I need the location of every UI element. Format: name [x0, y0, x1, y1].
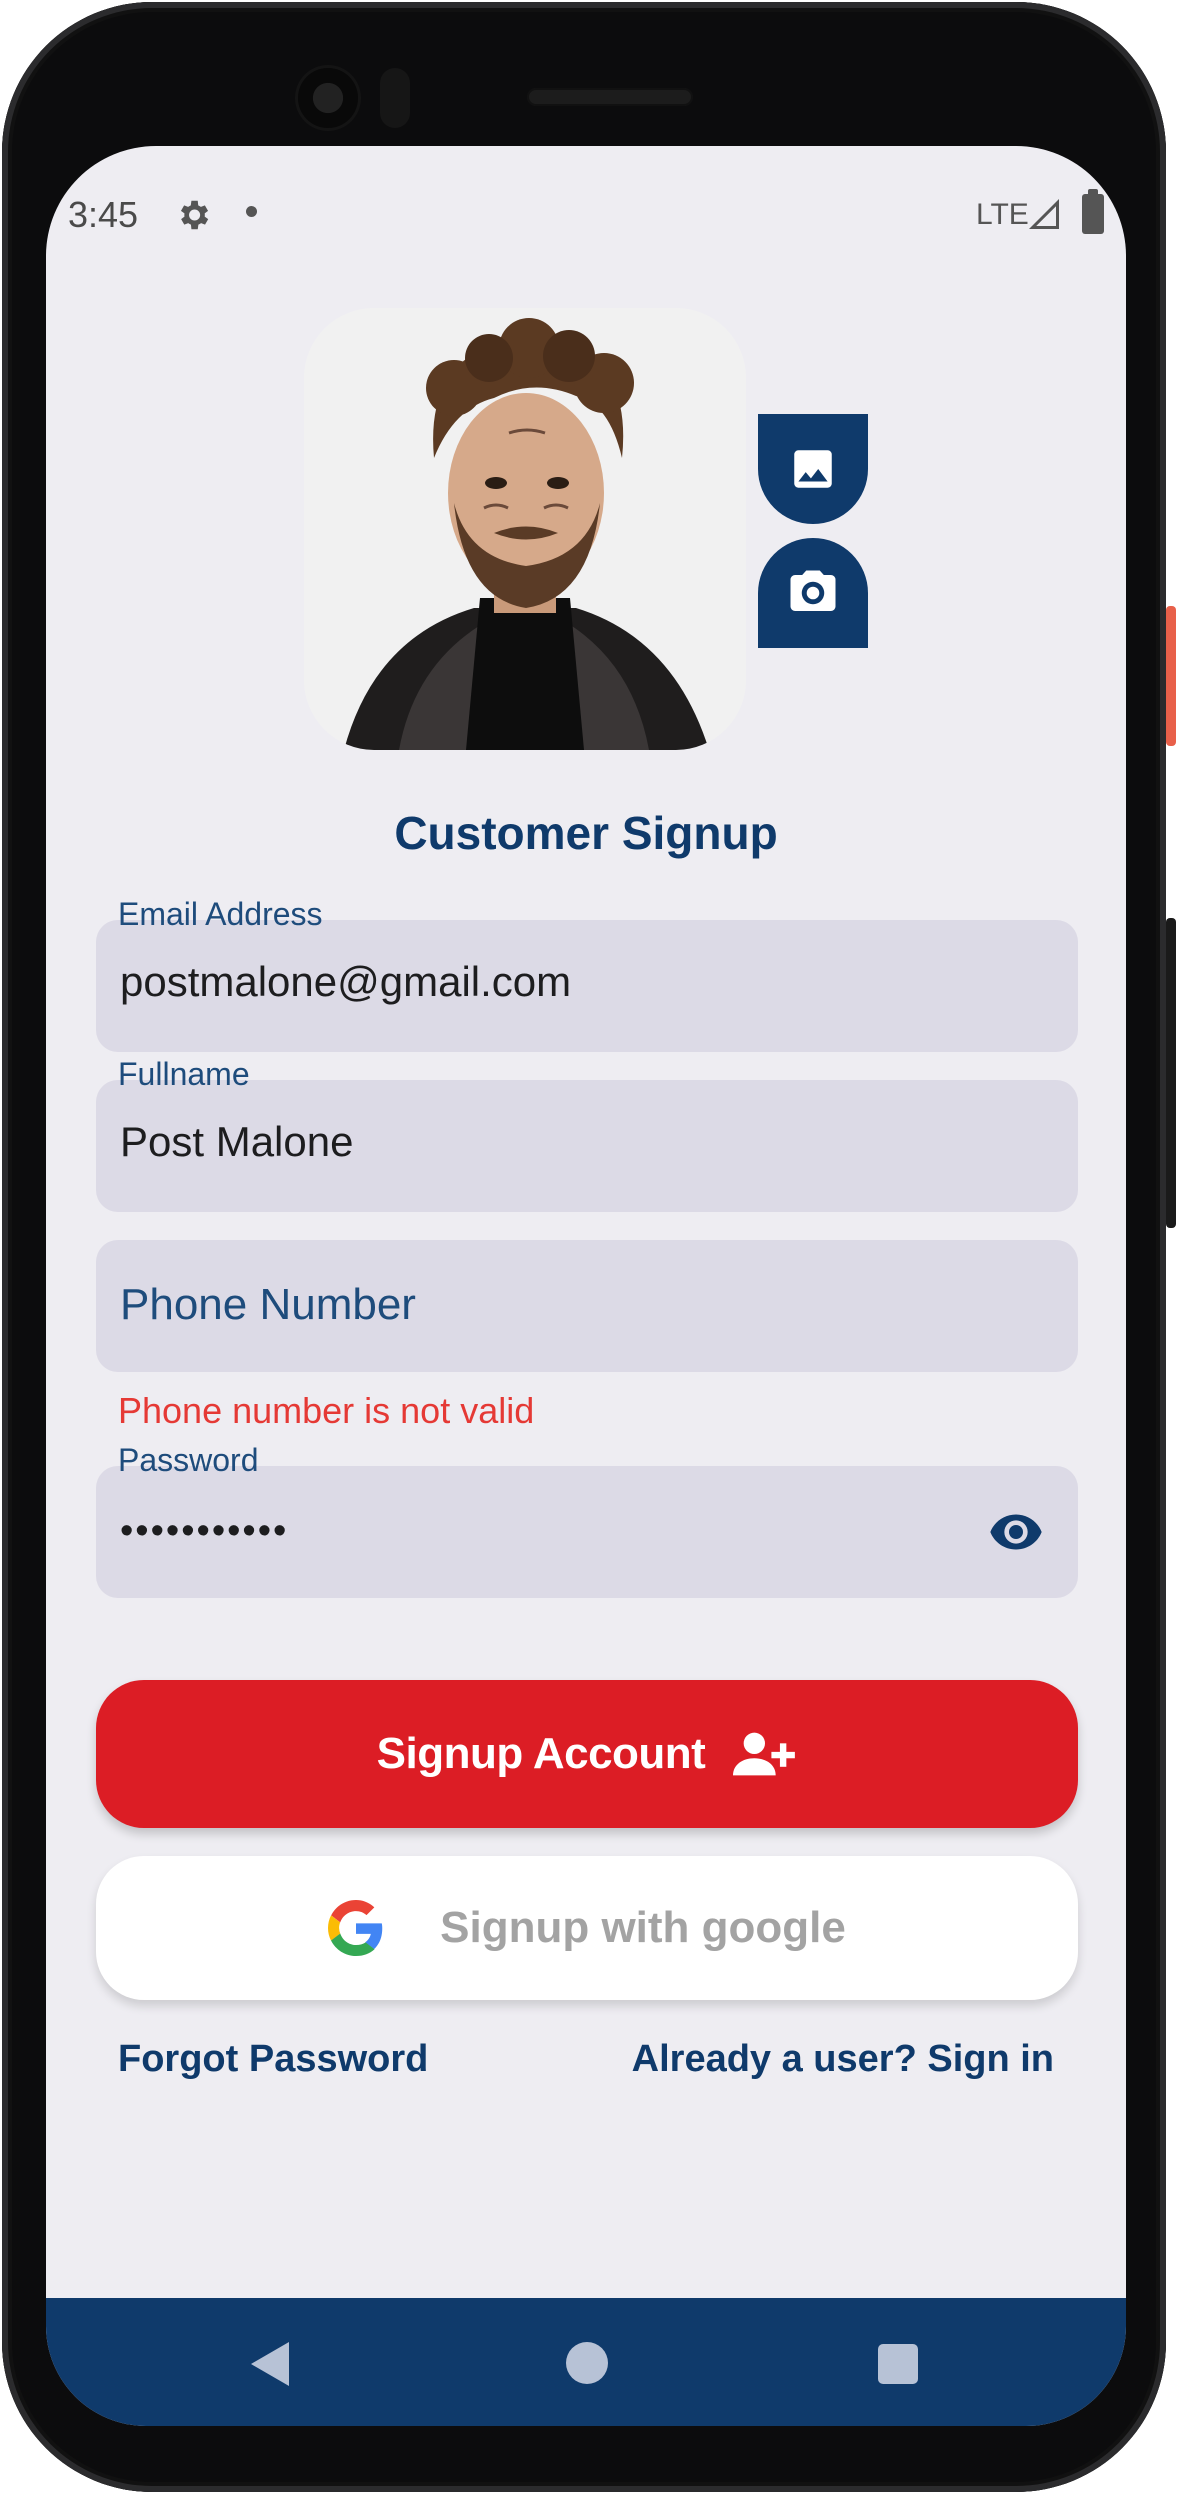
password-label: Password [118, 1442, 259, 1478]
power-button [1166, 606, 1176, 746]
signup-with-google-button[interactable]: Signup with google [96, 1856, 1078, 2000]
front-camera [298, 68, 358, 128]
back-icon[interactable] [251, 2342, 289, 2386]
password-value[interactable]: ••••••••••• [120, 1510, 288, 1553]
app-screen: 3:45 LTE Customer Signup postmalone@gmai… [46, 146, 1126, 2426]
volume-button [1166, 918, 1176, 1228]
google-button-label: Signup with google [440, 1903, 846, 1952]
recent-apps-icon[interactable] [878, 2344, 918, 2384]
password-field[interactable]: ••••••••••• [96, 1466, 1078, 1598]
profile-avatar[interactable] [304, 308, 746, 750]
status-bar: 3:45 LTE [46, 146, 1126, 266]
notification-dot-icon [246, 206, 257, 217]
signup-account-button[interactable]: Signup Account [96, 1680, 1078, 1828]
google-logo-icon [328, 1900, 383, 1956]
fullname-field[interactable]: Post Malone [96, 1080, 1078, 1212]
status-time: 3:45 [68, 194, 139, 235]
signal-icon [1029, 199, 1059, 229]
fullname-label: Fullname [118, 1056, 250, 1092]
page-title: Customer Signup [394, 807, 778, 859]
home-icon[interactable] [566, 2342, 608, 2384]
proximity-sensor [380, 68, 410, 128]
email-value[interactable]: postmalone@gmail.com [120, 958, 571, 1006]
phone-error-message: Phone number is not valid [118, 1390, 535, 1431]
email-field[interactable]: postmalone@gmail.com [96, 920, 1078, 1052]
camera-icon [790, 570, 836, 611]
gallery-icon [794, 450, 832, 488]
email-label: Email Address [118, 896, 323, 932]
pick-from-gallery-button[interactable] [758, 414, 868, 524]
battery-icon [1082, 189, 1104, 234]
take-photo-button[interactable] [758, 538, 868, 648]
phone-field[interactable]: Phone Number [96, 1240, 1078, 1372]
forgot-password-link[interactable]: Forgot Password [118, 2038, 428, 2081]
add-user-icon [733, 1732, 796, 1776]
network-type: LTE [976, 198, 1029, 231]
fullname-value[interactable]: Post Malone [120, 1118, 353, 1166]
avatar-image [304, 308, 746, 750]
signup-button-label: Signup Account [376, 1729, 706, 1778]
show-password-eye-icon[interactable] [984, 1504, 1048, 1560]
sign-in-link[interactable]: Already a user? Sign in [632, 2038, 1054, 2081]
earpiece-speaker [527, 88, 693, 106]
system-navigation-bar [46, 2298, 1126, 2426]
settings-gear-icon [180, 200, 209, 230]
phone-placeholder[interactable]: Phone Number [120, 1280, 416, 1330]
